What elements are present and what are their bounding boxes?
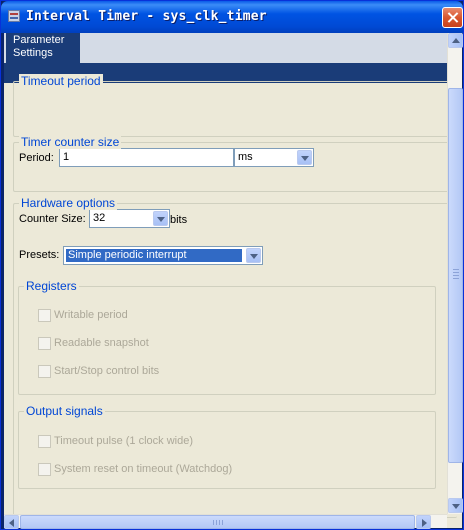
group-legend: Output signals [24, 404, 105, 418]
checkbox-label: Writable period [54, 309, 128, 321]
group-timeout-period: Timeout period [13, 74, 457, 137]
scroll-right-icon[interactable] [416, 515, 431, 529]
dialog-client: Parameter Settings Timeout period Period… [4, 33, 463, 529]
group-legend: Timeout period [19, 74, 103, 88]
horizontal-scrollbar[interactable] [4, 514, 447, 529]
window-icon[interactable] [8, 10, 20, 22]
group-legend: Hardware options [19, 196, 118, 210]
checkbox-label: System reset on timeout (Watchdog) [54, 463, 233, 475]
close-icon[interactable] [442, 7, 463, 28]
group-legend: Registers [24, 279, 79, 293]
scroll-down-icon[interactable] [448, 498, 463, 513]
window-title: Interval Timer - sys_clk_timer [26, 9, 267, 24]
vertical-scroll-thumb[interactable] [448, 88, 463, 463]
group-output-signals: Output signals [18, 404, 436, 489]
presets-value: Simple periodic interrupt [66, 249, 242, 262]
tab-label-line1: Parameter [13, 34, 65, 46]
checkbox-label: Readable snapshot [54, 337, 149, 349]
group-timer-counter-size: Timer counter size [13, 135, 457, 192]
presets-label: Presets: [19, 249, 60, 261]
group-legend: Timer counter size [19, 135, 122, 149]
scroll-left-icon[interactable] [4, 515, 19, 529]
chevron-down-icon[interactable] [246, 248, 261, 263]
title-bar[interactable]: Interval Timer - sys_clk_timer [1, 1, 463, 33]
presets-select[interactable]: Simple periodic interrupt [63, 246, 263, 265]
scroll-up-icon[interactable] [448, 33, 463, 48]
vertical-scrollbar[interactable] [447, 33, 463, 514]
horizontal-scroll-thumb[interactable] [20, 515, 415, 529]
dialog-window: Interval Timer - sys_clk_timer Parameter… [0, 0, 464, 530]
tab-label-line2: Settings [13, 47, 53, 59]
checkbox-label: Start/Stop control bits [54, 365, 160, 377]
checkbox-label: Timeout pulse (1 clock wide) [54, 435, 193, 447]
